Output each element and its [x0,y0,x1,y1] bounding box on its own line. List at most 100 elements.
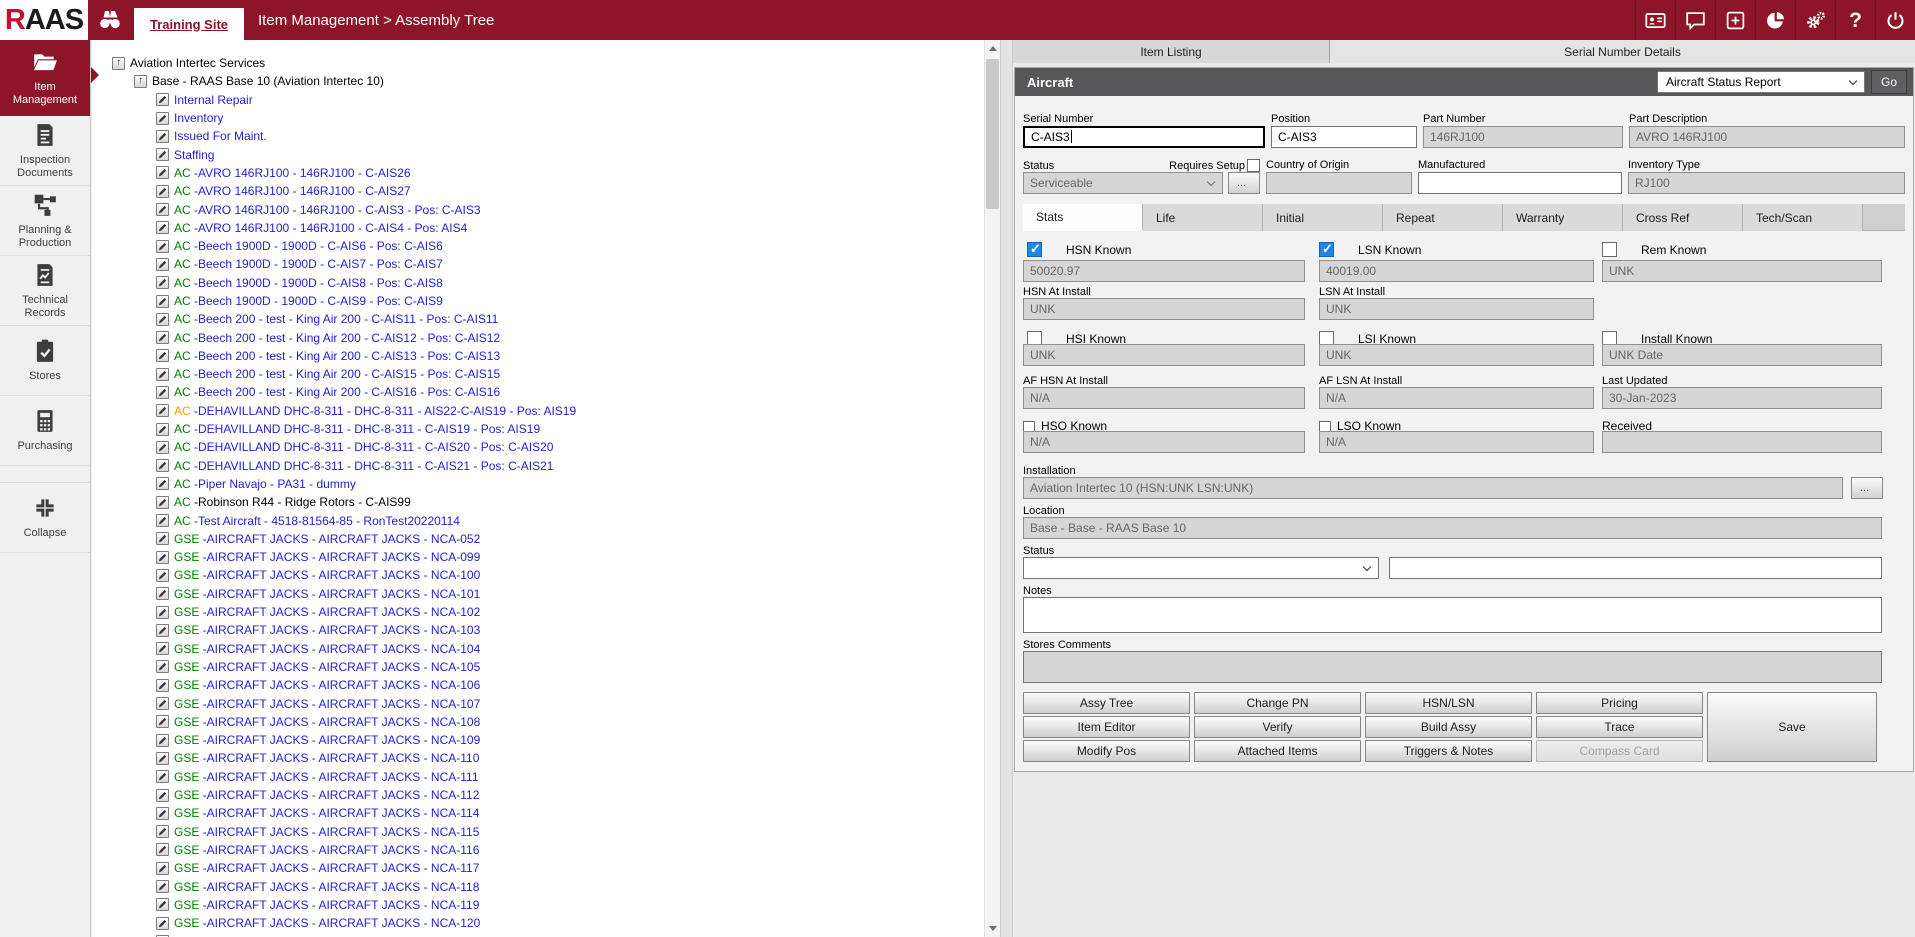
tree-item[interactable]: AC -Beech 200 - test - King Air 200 - C-… [92,383,984,401]
sidebar-item-technical-records[interactable]: Technical Records [0,256,90,326]
tree-item[interactable]: AC -AVRO 146RJ100 - 146RJ100 - C-AIS27 [92,182,984,200]
raas-logo[interactable]: RAAS [0,0,88,40]
scrollbar-thumb[interactable] [986,59,999,209]
edit-icon[interactable] [156,386,169,399]
subtab-life[interactable]: Life [1143,204,1263,231]
tree-item[interactable]: GSE -AIRCRAFT JACKS - AIRCRAFT JACKS - N… [92,548,984,566]
installation-browse-button[interactable]: ... [1851,477,1883,499]
manufactured-input[interactable] [1418,172,1622,194]
subtab-initial[interactable]: Initial [1263,204,1383,231]
assy-tree-button[interactable]: Assy Tree [1023,692,1190,714]
edit-icon[interactable] [156,331,169,344]
subtab-cross-ref[interactable]: Cross Ref [1623,204,1743,231]
rem-known-checkbox[interactable] [1602,242,1617,257]
edit-icon[interactable] [156,734,169,747]
sidebar-item-collapse[interactable]: Collapse [0,483,90,553]
tree-item[interactable]: GSE -AIRCRAFT JACKS - AIRCRAFT JACKS - N… [92,822,984,840]
subtab-stats[interactable]: Stats [1023,204,1143,231]
build-assy-button[interactable]: Build Assy [1365,716,1532,738]
notes-textarea[interactable] [1023,597,1882,633]
chat-icon[interactable] [1675,0,1715,40]
edit-icon[interactable] [156,551,169,564]
triggers-notes-button[interactable]: Triggers & Notes [1365,740,1532,762]
tree-item[interactable]: Inventory [92,109,984,127]
power-icon[interactable] [1875,0,1915,40]
status2-input[interactable] [1389,557,1882,579]
lsn-known-checkbox[interactable] [1319,242,1334,257]
change-pn-button[interactable]: Change PN [1194,692,1361,714]
tree-item[interactable]: Issued For Maint. [92,127,984,145]
tree-item[interactable]: GSE -AIRCRAFT JACKS - AIRCRAFT JACKS - N… [92,768,984,786]
tree-item[interactable]: GSE -AIRCRAFT JACKS - AIRCRAFT JACKS - N… [92,530,984,548]
edit-icon[interactable] [156,423,169,436]
subtab-repeat[interactable]: Repeat [1383,204,1503,231]
verify-button[interactable]: Verify [1194,716,1361,738]
tree-item[interactable]: AC -Beech 200 - test - King Air 200 - C-… [92,328,984,346]
edit-icon[interactable] [156,441,169,454]
subtab-warranty[interactable]: Warranty [1503,204,1623,231]
edit-icon[interactable] [156,514,169,527]
modify-pos-button[interactable]: Modify Pos [1023,740,1190,762]
tree-scrollbar[interactable] [984,40,1000,937]
edit-icon[interactable] [156,587,169,600]
edit-icon[interactable] [156,697,169,710]
pricing-button[interactable]: Pricing [1536,692,1703,714]
tree-item[interactable]: GSE -AIRCRAFT JACKS - AIRCRAFT JACKS - N… [92,694,984,712]
edit-icon[interactable] [156,295,169,308]
edit-icon[interactable] [156,917,169,930]
tree-item[interactable]: ↑Aviation Intertec Services [92,54,984,72]
edit-icon[interactable] [156,130,169,143]
tree-item[interactable]: AC -Beech 200 - test - King Air 200 - C-… [92,310,984,328]
edit-icon[interactable] [156,148,169,161]
serial-number-input[interactable]: C-AIS3 [1023,126,1265,148]
edit-icon[interactable] [156,807,169,820]
edit-icon[interactable] [156,313,169,326]
item-editor-button[interactable]: Item Editor [1023,716,1190,738]
sidebar-item-purchasing[interactable]: Purchasing [0,396,90,466]
edit-icon[interactable] [156,715,169,728]
edit-icon[interactable] [156,569,169,582]
tab-serial-number-details[interactable]: Serial Number Details [1330,40,1915,63]
tree-item[interactable]: AC -Beech 1900D - 1900D - C-AIS8 - Pos: … [92,274,984,292]
edit-icon[interactable] [156,843,169,856]
tree-item[interactable]: AC -Robinson R44 - Ridge Rotors - C-AIS9… [92,493,984,511]
tree-item[interactable]: GSE -AIRCRAFT JACKS - AIRCRAFT JACKS - N… [92,749,984,767]
tree-item[interactable]: GSE -AIRCRAFT JACKS - AIRCRAFT JACKS - N… [92,658,984,676]
tree-item[interactable]: AC -AVRO 146RJ100 - 146RJ100 - C-AIS26 [92,164,984,182]
sidebar-item-inspection-documents[interactable]: Inspection Documents [0,116,90,186]
tree-item[interactable]: GSE -AIRCRAFT JACKS - AIRCRAFT JACKS - N… [92,786,984,804]
tree-item[interactable]: AC -Beech 200 - test - King Air 200 - C-… [92,365,984,383]
edit-icon[interactable] [156,789,169,802]
subtab-tech-scan[interactable]: Tech/Scan [1743,204,1863,231]
edit-icon[interactable] [156,679,169,692]
tree-item[interactable]: AC -DEHAVILLAND DHC-8-311 - DHC-8-311 - … [92,457,984,475]
tree-item[interactable]: GSE -AIRCRAFT JACKS - AIRCRAFT JACKS - N… [92,804,984,822]
status-browse-button[interactable]: ... [1228,172,1260,194]
hsn-lsn-button[interactable]: HSN/LSN [1365,692,1532,714]
tree-item[interactable]: AC -DEHAVILLAND DHC-8-311 - DHC-8-311 - … [92,402,984,420]
edit-icon[interactable] [156,606,169,619]
edit-icon[interactable] [156,276,169,289]
edit-icon[interactable] [156,624,169,637]
tree-item[interactable]: AC -Beech 200 - test - King Air 200 - C-… [92,347,984,365]
position-input[interactable]: C-AIS3 [1271,126,1417,148]
edit-icon[interactable] [156,203,169,216]
status2-select[interactable] [1023,557,1379,579]
edit-icon[interactable] [156,185,169,198]
up-level-icon[interactable]: ↑ [112,57,125,70]
tree-item[interactable]: GSE -AIRCRAFT JACKS - AIRCRAFT JACKS - N… [92,621,984,639]
tree-item[interactable]: GSE -AIRCRAFT JACKS - AIRCRAFT JACKS - N… [92,731,984,749]
tree-item[interactable]: AC -AVRO 146RJ100 - 146RJ100 - C-AIS4 - … [92,219,984,237]
tree-item[interactable]: AC -Piper Navajo - PA31 - dummy [92,475,984,493]
tree-item[interactable]: GSE -AIRCRAFT JACKS - AIRCRAFT JACKS - N… [92,640,984,658]
settings-icon[interactable] [1795,0,1835,40]
edit-icon[interactable] [156,642,169,655]
trace-button[interactable]: Trace [1536,716,1703,738]
training-site-tab[interactable]: Training Site [134,8,244,40]
tree-item[interactable]: Staffing [92,145,984,163]
tree-item[interactable]: GSE -AIRCRAFT JACKS - AIRCRAFT JACKS - N… [92,877,984,895]
tree-item[interactable]: GSE -AIRCRAFT JACKS - AIRCRAFT JACKS - N… [92,676,984,694]
edit-icon[interactable] [156,898,169,911]
edit-icon[interactable] [156,752,169,765]
hsn-known-checkbox[interactable] [1027,242,1042,257]
